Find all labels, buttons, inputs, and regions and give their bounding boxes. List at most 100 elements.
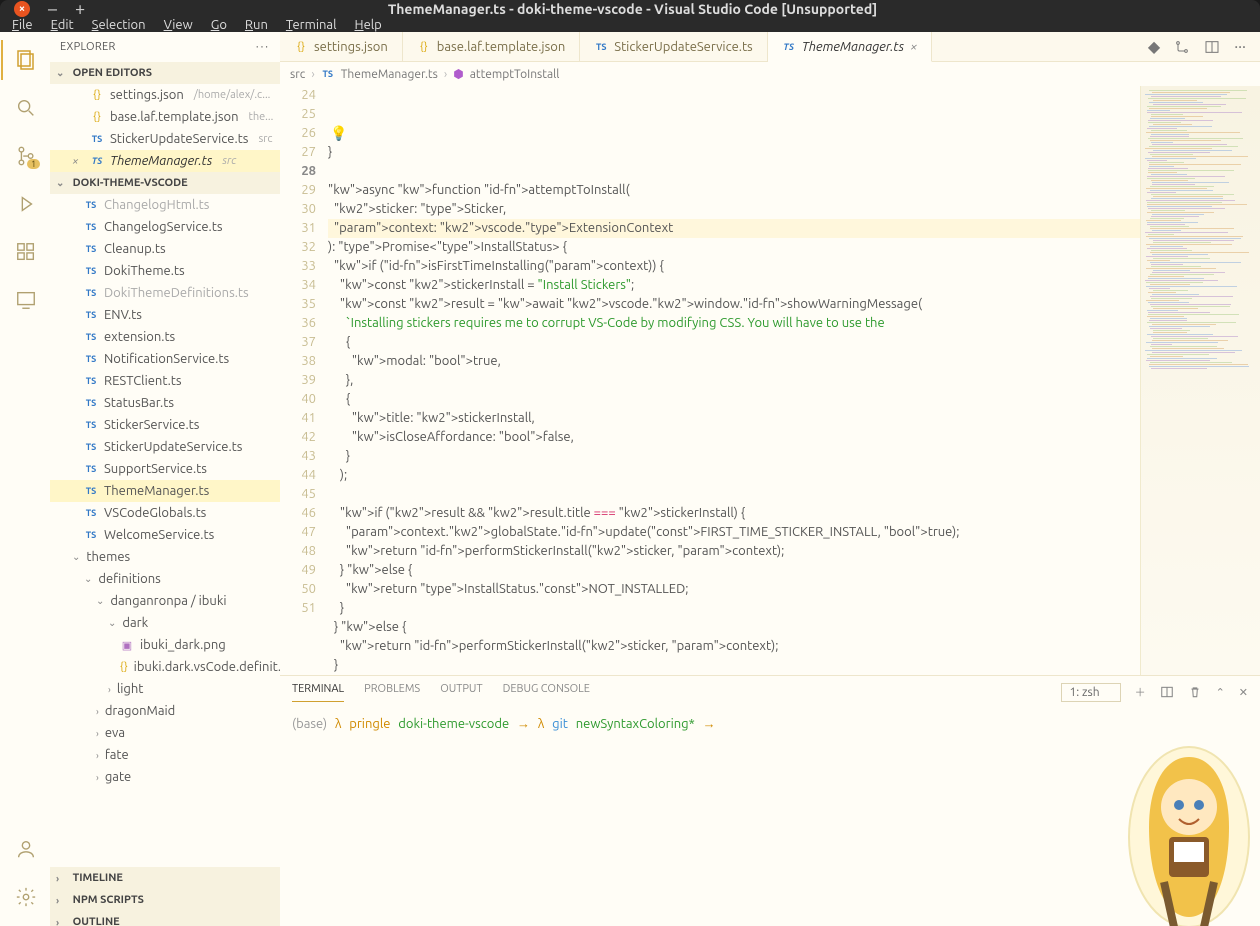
menu-selection[interactable]: Selection xyxy=(92,18,146,32)
tree-file[interactable]: TSChangelogService.ts xyxy=(50,216,280,238)
json-icon: {} xyxy=(90,89,104,101)
chevron-icon: › xyxy=(96,772,99,783)
ts-icon: TS xyxy=(84,376,98,386)
menu-view[interactable]: View xyxy=(164,18,193,32)
panel-tab-terminal[interactable]: TERMINAL xyxy=(292,683,344,702)
scm-badge: 1 xyxy=(27,159,40,169)
chevron-icon: ⌄ xyxy=(96,595,104,607)
tree-file[interactable]: TSChangelogHtml.ts xyxy=(50,194,280,216)
window-title: ThemeManager.ts - doki-theme-vscode - Vi… xyxy=(85,1,1180,17)
section-open-editors[interactable]: ⌄ OPEN EDITORS xyxy=(50,62,280,84)
json-icon: {} xyxy=(120,661,128,673)
tree-folder[interactable]: ⌄themes xyxy=(50,546,280,568)
tab-action-diff-icon[interactable] xyxy=(1174,39,1190,55)
tree-file[interactable]: TSSupportService.ts xyxy=(50,458,280,480)
tree-file[interactable]: TSRESTClient.ts xyxy=(50,370,280,392)
tree-file[interactable]: TSWelcomeService.ts xyxy=(50,524,280,546)
json-icon: {} xyxy=(417,41,431,53)
menu-go[interactable]: Go xyxy=(211,18,227,32)
window-new-button[interactable]: + xyxy=(75,0,85,18)
tree-file[interactable]: TSStickerUpdateService.ts xyxy=(50,436,280,458)
panel-maximize-icon[interactable]: ⌃ xyxy=(1216,686,1225,699)
activity-account-icon[interactable] xyxy=(1,829,49,869)
tab-action-more-icon[interactable]: ··· xyxy=(1234,38,1246,56)
ts-icon: TS xyxy=(84,200,98,210)
section-timeline[interactable]: › TIMELINE xyxy=(50,867,280,889)
tree-file[interactable]: TSDokiTheme.ts xyxy=(50,260,280,282)
terminal-kill-icon[interactable] xyxy=(1188,685,1202,699)
tree-folder[interactable]: ›gate xyxy=(50,766,280,788)
tree-folder[interactable]: ›light xyxy=(50,678,280,700)
menu-terminal[interactable]: Terminal xyxy=(286,18,337,32)
terminal-select[interactable]: 1: zsh xyxy=(1061,683,1121,702)
chevron-icon: › xyxy=(96,706,99,717)
terminal-split-icon[interactable] xyxy=(1160,685,1174,699)
panel-tab-output[interactable]: OUTPUT xyxy=(440,683,482,701)
ts-icon: TS xyxy=(84,354,98,364)
activity-explorer-icon[interactable] xyxy=(1,40,49,80)
tree-folder[interactable]: ⌄dark xyxy=(50,612,280,634)
section-folder[interactable]: ⌄ DOKI-THEME-VSCODE xyxy=(50,172,280,194)
tree-file[interactable]: TSextension.ts xyxy=(50,326,280,348)
activity-settings-icon[interactable] xyxy=(1,877,49,917)
tree-file[interactable]: TSNotificationService.ts xyxy=(50,348,280,370)
tree-file[interactable]: TSThemeManager.ts xyxy=(50,480,280,502)
activity-extensions-icon[interactable] xyxy=(1,232,49,272)
activity-scm-icon[interactable]: 1 xyxy=(1,136,49,176)
ts-icon: TS xyxy=(84,310,98,320)
ts-icon: TS xyxy=(90,134,104,144)
tab-action-split-icon[interactable] xyxy=(1204,39,1220,55)
tree-file[interactable]: TSENV.ts xyxy=(50,304,280,326)
sidebar-more-icon[interactable]: ··· xyxy=(256,41,270,53)
editor-tab[interactable]: TSThemeManager.ts × xyxy=(768,32,933,62)
section-outline[interactable]: › OUTLINE xyxy=(50,911,280,926)
panel-tab-debug[interactable]: DEBUG CONSOLE xyxy=(503,683,590,701)
activity-debug-icon[interactable] xyxy=(1,184,49,224)
chevron-icon: ⌄ xyxy=(84,573,92,585)
menu-help[interactable]: Help xyxy=(355,18,382,32)
terminal-body[interactable]: (base) λ pringle doki-theme-vscode → λ g… xyxy=(280,708,1260,926)
activity-bar: 1 xyxy=(0,32,50,926)
editor-tab[interactable]: {}settings.json xyxy=(280,32,403,61)
menu-edit[interactable]: Edit xyxy=(51,18,74,32)
editor-tab[interactable]: {}base.laf.template.json xyxy=(403,32,581,61)
lightbulb-icon[interactable]: 💡 xyxy=(330,124,347,143)
close-icon[interactable]: × xyxy=(910,40,917,54)
tree-file[interactable]: ▣ibuki_dark.png xyxy=(50,634,280,656)
tree-file[interactable]: {}ibuki.dark.vsCode.definit... xyxy=(50,656,280,678)
tree-file[interactable]: TSCleanup.ts xyxy=(50,238,280,260)
tree-folder[interactable]: ›fate xyxy=(50,744,280,766)
chevron-icon: › xyxy=(96,728,99,739)
minimap[interactable] xyxy=(1140,86,1260,675)
tree-file[interactable]: TSVSCodeGlobals.ts xyxy=(50,502,280,524)
open-editor-item[interactable]: TSStickerUpdateService.tssrc xyxy=(50,128,280,150)
menu-run[interactable]: Run xyxy=(245,18,268,32)
tree-file[interactable]: TSStatusBar.ts xyxy=(50,392,280,414)
tree-folder[interactable]: ⌄definitions xyxy=(50,568,280,590)
tab-action-compare-icon[interactable]: ◆ xyxy=(1148,37,1160,56)
window-minimize-button[interactable]: – xyxy=(48,0,57,18)
sidebar: EXPLORER ··· ⌄ OPEN EDITORS {}settings.j… xyxy=(50,32,280,926)
activity-remote-icon[interactable] xyxy=(1,280,49,320)
window-close-button[interactable]: × xyxy=(14,1,30,17)
tree-folder[interactable]: ›eva xyxy=(50,722,280,744)
section-npm[interactable]: › NPM SCRIPTS xyxy=(50,889,280,911)
open-editor-item[interactable]: {}settings.json/home/alex/.c... xyxy=(50,84,280,106)
ts-icon: TS xyxy=(84,398,98,408)
open-editor-item[interactable]: ×TSThemeManager.tssrc xyxy=(50,150,280,172)
menu-file[interactable]: File xyxy=(12,18,33,32)
panel-tab-problems[interactable]: PROBLEMS xyxy=(364,683,420,701)
ts-icon: TS xyxy=(84,530,98,540)
editor-tab[interactable]: TSStickerUpdateService.ts xyxy=(580,32,767,61)
activity-search-icon[interactable] xyxy=(1,88,49,128)
open-editor-item[interactable]: {}base.laf.template.jsonthe... xyxy=(50,106,280,128)
tree-file[interactable]: TSStickerService.ts xyxy=(50,414,280,436)
tree-folder[interactable]: ⌄danganronpa / ibuki xyxy=(50,590,280,612)
close-icon[interactable]: × xyxy=(72,155,84,168)
code-editor[interactable]: 💡 } "kw">async "kw">function "id-fn">att… xyxy=(328,86,1140,675)
tree-file[interactable]: TSDokiThemeDefinitions.ts xyxy=(50,282,280,304)
breadcrumb[interactable]: src› TSThemeManager.ts› ⬢attemptToInstal… xyxy=(280,62,1260,86)
panel-close-icon[interactable]: ✕ xyxy=(1239,686,1248,699)
tree-folder[interactable]: ›dragonMaid xyxy=(50,700,280,722)
terminal-new-icon[interactable]: ＋ xyxy=(1135,684,1146,700)
